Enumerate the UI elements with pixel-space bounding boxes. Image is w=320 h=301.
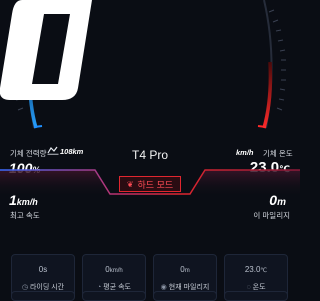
speedometer-icon: ◔ bbox=[97, 284, 102, 291]
mode-label: 하드 모드 bbox=[137, 179, 174, 190]
road-icon: ◉ bbox=[160, 284, 167, 291]
leaf-icon: ❦ bbox=[126, 179, 134, 189]
speed-unit-label: km/h bbox=[236, 148, 254, 157]
clock-icon: ◷ bbox=[21, 284, 28, 291]
top-speed-label: 최고 속도 bbox=[10, 211, 40, 220]
temperature-arc bbox=[262, 61, 273, 129]
gauge-area bbox=[0, 0, 300, 140]
mileage-label: 이 마일리지 bbox=[253, 211, 290, 220]
speed-digit-zero bbox=[0, 0, 92, 100]
hard-mode-button[interactable]: ❦ 하드 모드 bbox=[119, 176, 181, 192]
thermometer-icon: ◌ bbox=[246, 284, 251, 291]
mileage-value: 0m bbox=[269, 192, 286, 208]
temperature-label: 기체 온도 bbox=[263, 149, 293, 158]
top-speed-value: 1km/h bbox=[9, 192, 38, 208]
